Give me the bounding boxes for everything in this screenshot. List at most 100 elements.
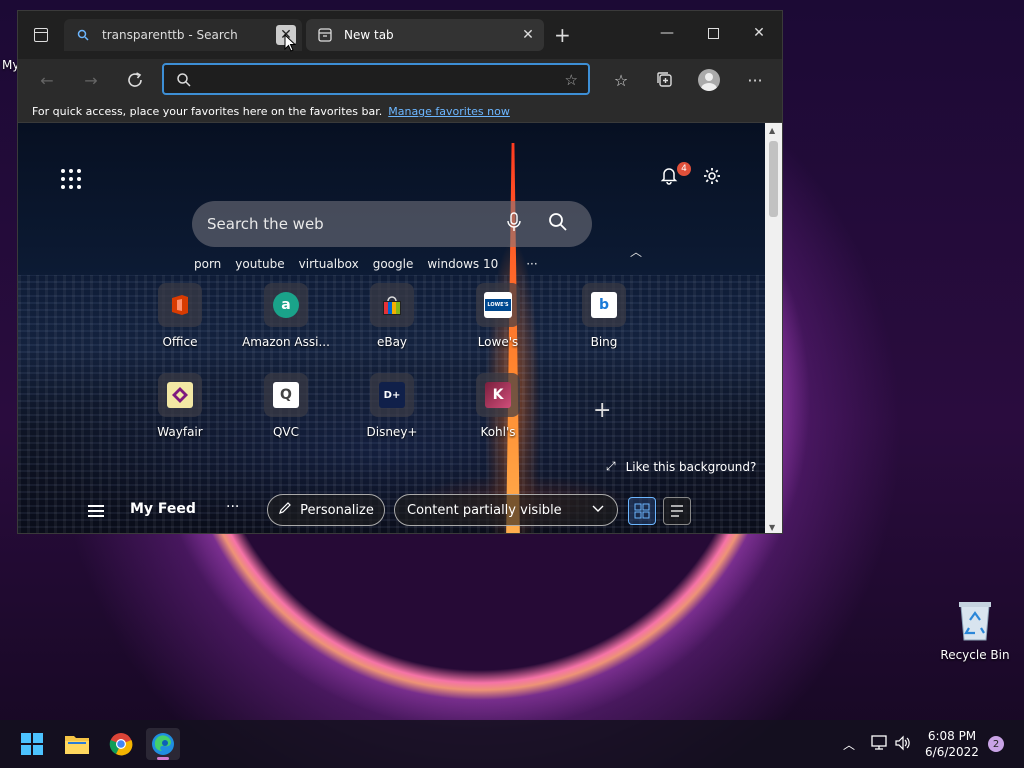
my-feed-tab[interactable]: My Feed <box>130 501 196 517</box>
add-favorite-icon[interactable]: ☆ <box>565 71 578 89</box>
quick-link[interactable]: virtualbox <box>299 257 359 271</box>
tile-office[interactable]: Office <box>136 283 224 349</box>
browser-window: transparenttb - Search ✕ New tab ✕ + — ✕… <box>17 10 783 534</box>
content-visibility-dropdown[interactable]: Content partially visible <box>394 494 618 526</box>
favorites-icon: ☆ <box>613 70 629 90</box>
chevron-down-icon <box>591 501 605 519</box>
tile-kohls[interactable]: K Kohl's <box>454 373 542 439</box>
app-launcher-icon[interactable] <box>61 169 81 189</box>
scrollbar-thumb[interactable] <box>769 141 778 217</box>
close-window-button[interactable]: ✕ <box>744 21 774 45</box>
tile-label: eBay <box>376 335 408 349</box>
collapse-chevron-icon[interactable]: ︿ <box>630 243 642 260</box>
refresh-icon <box>128 72 142 87</box>
tab-new-tab[interactable]: New tab ✕ <box>306 19 544 51</box>
disney-plus-logo-icon: D+ <box>379 382 405 408</box>
clock-date: 6/6/2022 <box>925 745 979 759</box>
office-logo-icon <box>167 292 193 318</box>
notifications-bell-icon[interactable] <box>659 165 679 189</box>
vertical-scrollbar[interactable]: ▲ ▼ <box>765 123 782 533</box>
pencil-icon <box>278 501 292 519</box>
scroll-up-arrow-icon[interactable]: ▲ <box>769 126 775 135</box>
profile-button[interactable] <box>696 67 722 93</box>
wayfair-logo-icon <box>167 382 193 408</box>
tab-actions-icon[interactable] <box>34 28 48 42</box>
edge-button[interactable] <box>146 728 180 760</box>
taskbar: ︿ 6:08 PM 6/6/2022 2 <box>0 720 1024 768</box>
amazon-assistant-logo-icon: a <box>273 292 299 318</box>
content-visibility-value: Content partially visible <box>407 502 562 518</box>
quick-link[interactable]: youtube <box>235 257 284 271</box>
scroll-down-arrow-icon[interactable]: ▼ <box>769 523 775 532</box>
tile-label: Amazon Assi... <box>242 335 330 349</box>
new-tab-icon <box>318 28 332 42</box>
quick-link[interactable]: windows 10 <box>427 257 498 271</box>
mouse-cursor-icon <box>284 33 297 56</box>
tile-qvc[interactable]: Q QVC <box>242 373 330 439</box>
tile-wayfair[interactable]: Wayfair <box>136 373 224 439</box>
system-clock[interactable]: 6:08 PM 6/6/2022 <box>920 728 984 760</box>
favorites-button[interactable]: ☆ <box>608 67 634 93</box>
new-tab-button[interactable]: + <box>554 23 571 47</box>
favorites-bar: For quick access, place your favorites h… <box>18 101 782 123</box>
lowes-logo-icon: LOWE'S <box>484 292 512 318</box>
microphone-icon[interactable] <box>506 212 522 236</box>
clock-time: 6:08 PM <box>927 729 977 743</box>
forward-button[interactable]: → <box>78 67 104 93</box>
list-view-button[interactable] <box>663 497 691 525</box>
expand-icon: ⤢ <box>606 459 616 473</box>
qvc-logo-icon: Q <box>273 382 299 408</box>
tile-label: Bing <box>590 335 618 349</box>
close-tab-icon[interactable]: ✕ <box>518 25 538 45</box>
collections-button[interactable] <box>652 67 678 93</box>
search-icon[interactable] <box>548 212 568 236</box>
manage-favorites-link[interactable]: Manage favorites now <box>388 105 510 118</box>
minimize-button[interactable]: — <box>652 21 682 45</box>
start-icon <box>21 733 43 755</box>
file-explorer-button[interactable] <box>60 728 94 760</box>
tile-ebay[interactable]: eBay <box>348 283 436 349</box>
volume-icon[interactable] <box>894 735 912 755</box>
file-explorer-icon <box>65 736 89 754</box>
address-bar[interactable]: ☆ <box>162 63 590 95</box>
notification-center-badge[interactable]: 2 <box>988 736 1004 752</box>
feed-more-button[interactable]: ··· <box>226 499 239 515</box>
menu-icon[interactable] <box>88 505 104 517</box>
web-search-box[interactable]: Search the web <box>192 201 592 247</box>
refresh-button[interactable] <box>122 67 148 93</box>
avatar <box>698 69 720 91</box>
tile-label: Wayfair <box>157 425 203 439</box>
tile-amazon-assistant[interactable]: a Amazon Assi... <box>242 283 330 349</box>
tile-bing[interactable]: b Bing <box>560 283 648 349</box>
like-background-button[interactable]: ⤢ Like this background? <box>606 459 756 474</box>
add-site-icon[interactable]: + <box>593 398 611 423</box>
tab-search[interactable]: transparenttb - Search ✕ <box>64 19 302 51</box>
personalize-button[interactable]: Personalize <box>267 494 385 526</box>
settings-more-button[interactable]: ··· <box>742 67 768 93</box>
start-button[interactable] <box>15 728 49 760</box>
page-settings-icon[interactable] <box>702 166 722 190</box>
quick-links: porn youtube virtualbox google windows 1… <box>194 257 538 271</box>
network-icon[interactable] <box>870 735 888 755</box>
personalize-label: Personalize <box>300 502 374 518</box>
recycle-bin[interactable]: Recycle Bin <box>940 598 1010 662</box>
grid-view-button[interactable] <box>628 497 656 525</box>
back-button[interactable]: ← <box>34 67 60 93</box>
tile-label: Office <box>162 335 198 349</box>
chrome-button[interactable] <box>104 728 138 760</box>
quick-link[interactable]: google <box>373 257 414 271</box>
collections-icon <box>657 72 672 87</box>
show-hidden-icons-icon[interactable]: ︿ <box>843 736 855 753</box>
tile-disney-plus[interactable]: D+ Disney+ <box>348 373 436 439</box>
recycle-bin-label: Recycle Bin <box>940 648 1010 662</box>
tile-label: Kohl's <box>480 425 516 439</box>
ebay-logo-icon <box>379 292 405 318</box>
quick-links-more[interactable]: ··· <box>526 257 537 271</box>
maximize-button[interactable] <box>698 21 728 45</box>
tile-lowes[interactable]: LOWE'S Lowe's <box>454 283 542 349</box>
search-placeholder: Search the web <box>207 215 324 233</box>
address-input[interactable] <box>200 69 540 89</box>
favorites-bar-hint: For quick access, place your favorites h… <box>32 105 383 118</box>
bing-logo-icon: b <box>591 292 617 318</box>
quick-link[interactable]: porn <box>194 257 221 271</box>
